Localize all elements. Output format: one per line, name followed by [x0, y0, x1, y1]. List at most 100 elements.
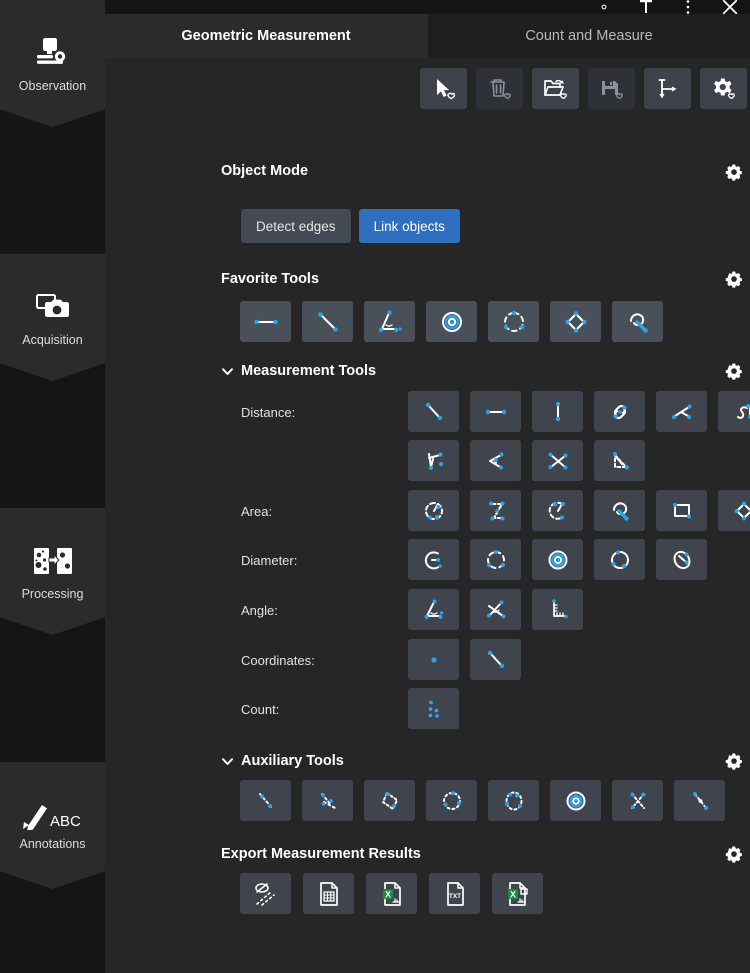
more-vertical-icon[interactable] — [680, 0, 696, 15]
camera-icon — [34, 288, 72, 326]
sidebar-item-observation[interactable]: Observation — [0, 0, 105, 127]
aux-rotated-rect-icon[interactable] — [364, 780, 415, 821]
freehand-area-icon[interactable] — [612, 301, 663, 342]
distance-tools-row-1 — [408, 391, 750, 432]
aux-dotted-circle-icon[interactable] — [426, 780, 477, 821]
sidebar-item-label: Observation — [19, 79, 86, 94]
favorite-tools-header: Favorite Tools — [221, 271, 319, 287]
sidebar-item-annotations[interactable]: ABC Annotations — [0, 762, 105, 889]
export-results-header: Export Measurement Results — [221, 846, 421, 862]
section-title: Export Measurement Results — [221, 846, 421, 862]
area-row-label: Area: — [241, 504, 272, 519]
button-label: Detect edges — [256, 219, 336, 234]
three-point-circle-icon[interactable] — [594, 539, 645, 580]
circle-radius-icon[interactable] — [408, 539, 459, 580]
crossed-lines-angle-icon[interactable] — [470, 589, 521, 630]
open-button[interactable] — [532, 68, 579, 109]
diamond-area-icon[interactable] — [718, 490, 750, 531]
count-points-icon[interactable] — [408, 688, 459, 729]
pin-icon[interactable] — [638, 0, 654, 15]
left-navigation-sidebar: Observation Acquisition — [0, 0, 105, 973]
chain-link-distance-icon[interactable] — [594, 391, 645, 432]
hide-measurements-icon[interactable] — [240, 873, 291, 914]
horizontal-distance-icon[interactable] — [470, 391, 521, 432]
report-table-icon[interactable] — [303, 873, 354, 914]
line-coordinate-icon[interactable] — [470, 639, 521, 680]
chevron-down-icon[interactable] — [221, 365, 234, 378]
angle-tools-row — [408, 589, 583, 630]
diameter-tools-row — [408, 539, 707, 580]
tab-label: Geometric Measurement — [181, 28, 350, 44]
select-cursor-button[interactable] — [420, 68, 467, 109]
aux-dotted-ellipse-icon[interactable] — [488, 780, 539, 821]
ellipse-icon[interactable] — [656, 539, 707, 580]
gear-icon[interactable] — [725, 845, 743, 863]
diameter-row-label: Diameter: — [241, 553, 297, 568]
gear-icon[interactable] — [725, 752, 743, 770]
sidebar-item-acquisition[interactable]: Acquisition — [0, 254, 105, 381]
sidebar-item-label: Acquisition — [22, 333, 82, 348]
perpendicular-distance-icon[interactable] — [408, 440, 459, 481]
excel-detail-export-icon[interactable]: X — [492, 873, 543, 914]
pencil-abc-icon: ABC — [20, 800, 86, 830]
tab-count-and-measure[interactable]: Count and Measure — [427, 14, 750, 58]
section-title: Object Mode — [221, 163, 308, 179]
arc-dashed-icon[interactable] — [488, 301, 539, 342]
line-two-point-icon[interactable] — [408, 391, 459, 432]
section-title: Auxiliary Tools — [241, 753, 344, 769]
arc-area-icon[interactable] — [532, 490, 583, 531]
freehand-area-icon[interactable] — [594, 490, 645, 531]
excel-export-icon[interactable]: X — [366, 873, 417, 914]
save-button[interactable] — [588, 68, 635, 109]
aux-dotted-line-icon[interactable] — [240, 780, 291, 821]
delete-button[interactable] — [476, 68, 523, 109]
chevron-down-icon[interactable] — [221, 755, 234, 768]
three-point-arc-icon[interactable] — [470, 539, 521, 580]
concentric-circle-icon[interactable] — [532, 539, 583, 580]
polygon-diamond-icon[interactable] — [550, 301, 601, 342]
angle-triangle-icon[interactable] — [408, 589, 459, 630]
sector-area-icon[interactable] — [408, 490, 459, 531]
sidebar-item-processing[interactable]: Processing — [0, 508, 105, 635]
aux-parallel-lines-icon[interactable] — [302, 780, 353, 821]
sidebar-item-label: Annotations — [19, 837, 85, 852]
gear-icon[interactable] — [725, 270, 743, 288]
point-to-line-icon[interactable] — [656, 391, 707, 432]
distance-line-icon[interactable] — [302, 301, 353, 342]
stepped-distance-icon[interactable] — [594, 440, 645, 481]
aux-midpoint-line-icon[interactable] — [674, 780, 725, 821]
txt-export-icon[interactable]: TXT — [429, 873, 480, 914]
aux-concentric-icon[interactable] — [550, 780, 601, 821]
point-coordinate-icon[interactable] — [408, 639, 459, 680]
rectangle-area-icon[interactable] — [656, 490, 707, 531]
gear-icon[interactable] — [596, 0, 612, 15]
concentric-circle-icon[interactable] — [426, 301, 477, 342]
angle-bisector-distance-icon[interactable] — [470, 440, 521, 481]
detect-edges-button[interactable]: Detect edges — [241, 209, 351, 243]
scale-grid-angle-icon[interactable] — [532, 589, 583, 630]
auxiliary-tools-header[interactable]: Auxiliary Tools — [221, 753, 344, 769]
aux-cross-lines-icon[interactable] — [612, 780, 663, 821]
angle-triangle-icon[interactable] — [364, 301, 415, 342]
export-tools-row: X TXT X — [240, 873, 543, 914]
gear-icon[interactable] — [725, 163, 743, 181]
settings-button[interactable] — [700, 68, 747, 109]
auxiliary-tools-row — [240, 780, 725, 821]
svg-text:X: X — [384, 889, 390, 899]
curve-to-point-icon[interactable] — [718, 391, 750, 432]
tab-geometric-measurement[interactable]: Geometric Measurement — [105, 14, 427, 58]
crossing-lines-distance-icon[interactable] — [532, 440, 583, 481]
distance-tools-row-2 — [408, 440, 645, 481]
gear-icon[interactable] — [725, 362, 743, 380]
link-objects-button[interactable]: Link objects — [359, 209, 460, 243]
polygon-area-icon[interactable] — [470, 490, 521, 531]
window-system-bar — [105, 0, 750, 14]
distance-horizontal-icon[interactable] — [240, 301, 291, 342]
close-icon[interactable] — [722, 0, 738, 15]
measure-settings-button[interactable] — [644, 68, 691, 109]
application-window: Observation Acquisition — [0, 0, 750, 973]
measurement-tools-header[interactable]: Measurement Tools — [221, 363, 376, 379]
vertical-distance-icon[interactable] — [532, 391, 583, 432]
microscope-icon — [33, 34, 73, 72]
section-title: Favorite Tools — [221, 271, 319, 287]
